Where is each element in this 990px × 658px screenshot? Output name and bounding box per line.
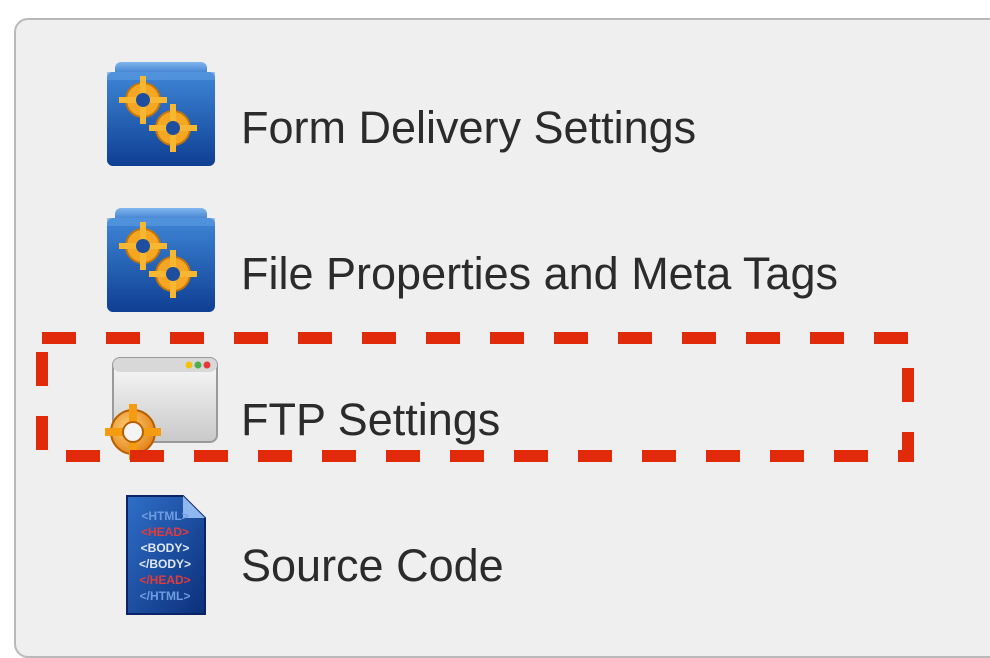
html-source-file-icon: <HTML> <HEAD> <BODY> </BODY> </HEAD> </H… — [101, 490, 221, 615]
source-icon-text: </HTML> — [140, 589, 191, 603]
menu-item-ftp-settings[interactable]: FTP Settings — [16, 338, 990, 478]
folder-gears-icon — [101, 194, 221, 314]
menu-item-file-properties-meta-tags[interactable]: File Properties and Meta Tags — [16, 188, 990, 328]
source-icon-text: <HTML> — [141, 509, 188, 523]
menu-item-label: Form Delivery Settings — [241, 102, 697, 153]
source-icon-text: </BODY> — [139, 557, 191, 571]
source-icon-text: <HEAD> — [141, 525, 189, 539]
menu-item-label: FTP Settings — [241, 394, 501, 445]
settings-menu-panel: Form Delivery Settings File Properties a… — [14, 18, 990, 658]
window-gear-icon — [101, 344, 221, 464]
source-icon-text: <BODY> — [141, 541, 190, 555]
menu-item-source-code[interactable]: <HTML> <HEAD> <BODY> </BODY> </HEAD> </H… — [16, 484, 990, 624]
source-icon-text: </HEAD> — [139, 573, 190, 587]
folder-gears-icon — [101, 48, 221, 168]
menu-item-label: Source Code — [241, 540, 504, 591]
menu-item-label: File Properties and Meta Tags — [241, 248, 838, 299]
menu-item-form-delivery-settings[interactable]: Form Delivery Settings — [16, 40, 990, 180]
